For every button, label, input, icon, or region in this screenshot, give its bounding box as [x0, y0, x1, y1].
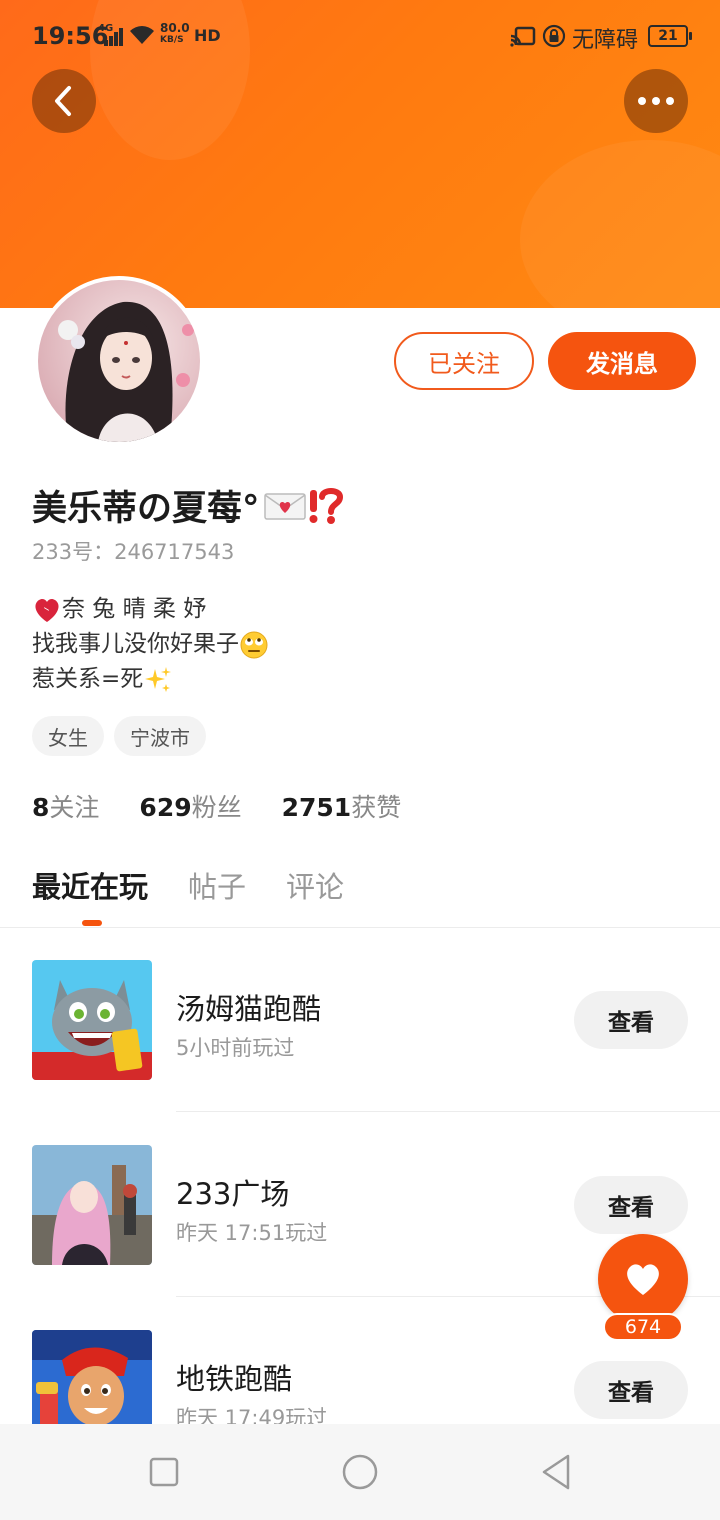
- heart-icon: [627, 1264, 659, 1295]
- love-letter-icon: [263, 492, 306, 520]
- tab-posts[interactable]: 帖子: [188, 864, 246, 906]
- tag-city: 宁波市: [114, 716, 206, 756]
- active-tab-indicator: [82, 920, 102, 926]
- triangle-back-icon: [542, 1454, 570, 1490]
- chevron-left-icon: [55, 86, 71, 116]
- stat-following[interactable]: 8关注: [32, 788, 99, 824]
- nickname: 美乐蒂の夏莓°: [32, 489, 260, 529]
- accessibility-label: 无障碍: [572, 28, 639, 53]
- followed-button[interactable]: 已关注: [394, 332, 534, 390]
- list-item[interactable]: 汤姆猫跑酷 5小时前玩过 查看: [0, 960, 720, 1145]
- stat-likes-value: 2751: [281, 793, 352, 822]
- talking-tom-game-icon: [32, 960, 152, 1080]
- tab-recently-played[interactable]: 最近在玩: [32, 864, 148, 906]
- game-last-played: 昨天 17:51玩过: [176, 1221, 328, 1245]
- tabs-divider: [0, 927, 720, 928]
- cast-icon: [510, 26, 536, 47]
- user-id-label: 233号：: [32, 540, 115, 564]
- more-dots-icon: [638, 97, 674, 105]
- bio-line-3: 惹关系=死: [32, 662, 269, 697]
- profile-stats: 8关注 629粉丝 2751获赞: [32, 788, 401, 824]
- square-icon: [149, 1457, 179, 1487]
- system-navigation-bar: [0, 1424, 720, 1520]
- send-message-button[interactable]: 发消息: [548, 332, 696, 390]
- stat-fans-value: 629: [139, 793, 192, 822]
- bio-text-1: 奈 兔 晴 柔 妤: [62, 596, 207, 622]
- profile-tags: 女生 宁波市: [32, 716, 206, 756]
- bio-line-2: 找我事儿没你好果子: [32, 627, 269, 662]
- exclamation-question-icon: [309, 487, 343, 524]
- tab-comments[interactable]: 评论: [286, 864, 344, 906]
- status-time: 19:56: [32, 22, 109, 50]
- speed-value: 80.0: [160, 21, 190, 35]
- status-bar: 19:56 4G 80.0 KB/S HD 无障碍 21: [0, 0, 720, 74]
- circle-icon: [342, 1454, 378, 1490]
- user-id: 233号：246717543: [32, 536, 234, 566]
- speed-unit: KB/S: [160, 35, 184, 45]
- stat-following-label: 关注: [49, 793, 100, 822]
- recents-button[interactable]: [142, 1450, 186, 1494]
- sparkles-icon: [145, 666, 172, 692]
- broken-heart-icon: [35, 598, 59, 622]
- bio: 奈 兔 晴 柔 妤 找我事儿没你好果子 惹关系=死: [32, 592, 269, 697]
- avatar-illustration: [38, 280, 200, 442]
- stat-fans[interactable]: 629粉丝: [139, 788, 241, 824]
- stat-fans-label: 粉丝: [191, 793, 242, 822]
- like-button[interactable]: [598, 1234, 688, 1324]
- game-name: 233广场: [176, 1177, 290, 1211]
- profile-tabs: 最近在玩 帖子 评论: [32, 864, 344, 906]
- stat-following-value: 8: [32, 793, 50, 822]
- eye-roll-emoji-icon: [240, 631, 268, 658]
- bio-text-2: 找我事儿没你好果子: [32, 631, 239, 657]
- view-game-button[interactable]: 查看: [574, 1176, 688, 1234]
- back-button[interactable]: [32, 69, 96, 133]
- network-speed: 80.0 KB/S: [160, 22, 190, 46]
- home-button[interactable]: [338, 1450, 382, 1494]
- tag-gender: 女生: [32, 716, 104, 756]
- view-game-button[interactable]: 查看: [574, 1361, 688, 1419]
- signal-icon: [104, 28, 126, 46]
- row-divider: [176, 1111, 720, 1112]
- game-name: 汤姆猫跑酷: [176, 992, 322, 1026]
- more-options-button[interactable]: [624, 69, 688, 133]
- bio-line-1: 奈 兔 晴 柔 妤: [32, 592, 269, 627]
- 233-plaza-game-icon: [32, 1145, 152, 1265]
- back-nav-button[interactable]: [534, 1450, 578, 1494]
- hd-indicator: HD: [194, 26, 221, 45]
- stat-likes[interactable]: 2751获赞: [282, 788, 402, 824]
- avatar[interactable]: [34, 276, 204, 446]
- wifi-icon: [130, 26, 154, 44]
- view-game-button[interactable]: 查看: [574, 991, 688, 1049]
- lock-rotation-icon: [542, 24, 566, 48]
- bio-text-3: 惹关系=死: [32, 666, 144, 692]
- nickname-row: 美乐蒂の夏莓°: [32, 480, 344, 531]
- game-name: 地铁跑酷: [176, 1362, 293, 1396]
- game-last-played: 5小时前玩过: [176, 1036, 295, 1060]
- battery-indicator: 21: [648, 25, 692, 47]
- stat-likes-label: 获赞: [351, 793, 402, 822]
- like-count: 674: [603, 1313, 683, 1341]
- user-id-value: 246717543: [114, 540, 235, 564]
